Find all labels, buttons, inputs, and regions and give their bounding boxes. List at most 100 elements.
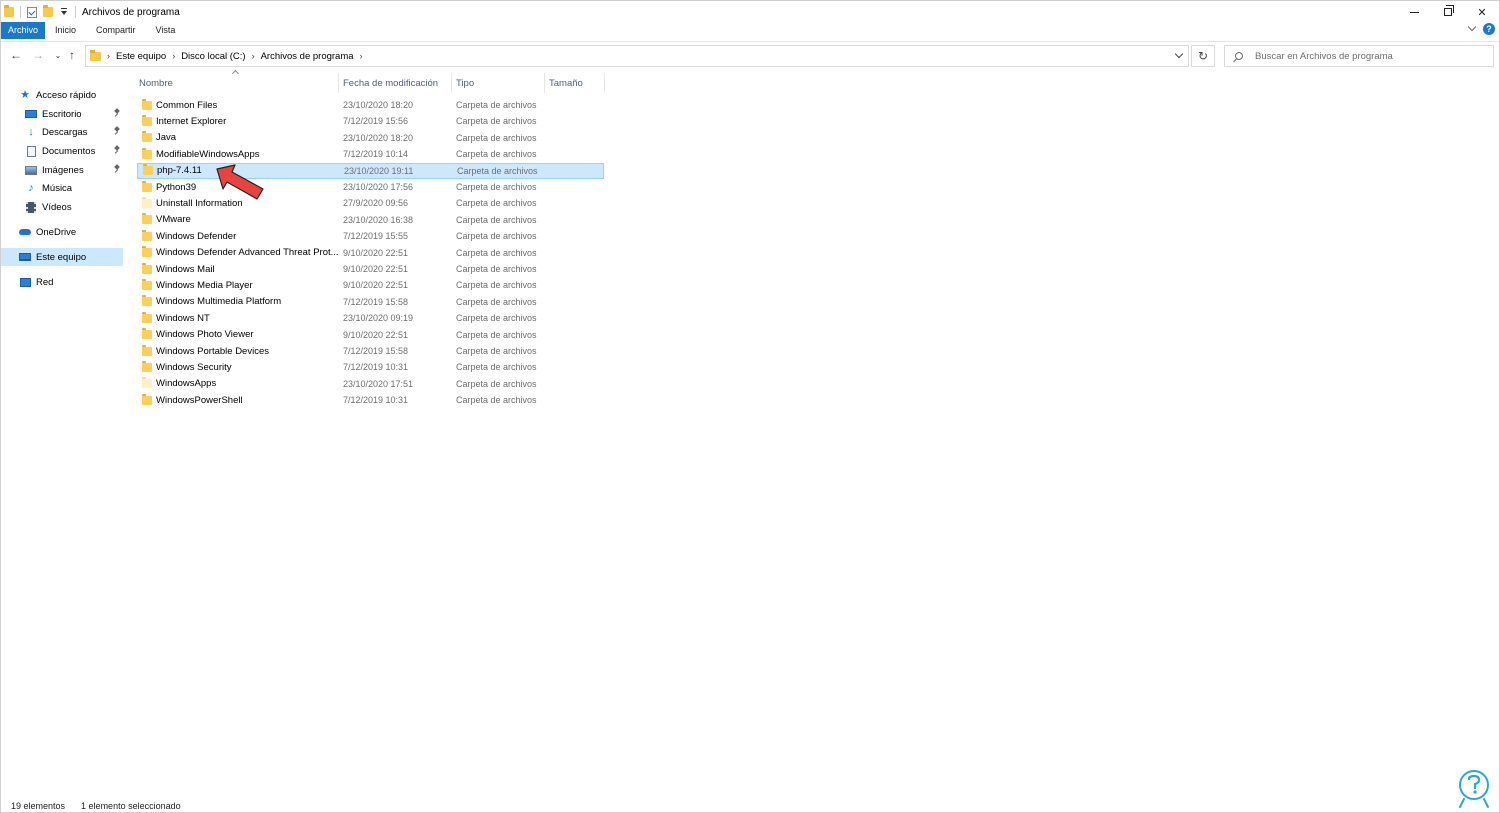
tab-archivo[interactable]: Archivo [1,22,46,39]
sidebar-item-label: Acceso rápido [36,89,97,101]
annotation-arrow [216,164,264,200]
file-row[interactable]: Windows Defender Advanced Threat Prot...… [137,245,604,261]
sidebar-item-label: Este equipo [36,251,87,263]
file-row[interactable]: Python39 23/10/2020 17:56 Carpeta de archi… [137,179,604,195]
breadcrumb-disco-local[interactable]: Disco local (C:) [181,51,245,62]
sidebar-item-label: Escritorio [42,108,82,120]
breadcrumb-archivos-de-programa[interactable]: Archivos de programa [261,51,354,62]
forward-button[interactable]: → [31,48,45,62]
file-row[interactable]: Windows NT 23/10/2020 09:19 Carpeta de arc… [137,310,604,326]
file-type: Carpeta de archivos [456,313,537,324]
sidebar-item-descargas[interactable]: ↓ Descargas [25,123,123,141]
file-row[interactable]: VMware 23/10/2020 16:38 Carpeta de archivo… [137,212,604,228]
file-type: Carpeta de archivos [456,231,537,242]
file-row[interactable]: WindowsApps 23/10/2020 17:51 Carpeta de ar… [137,376,604,392]
sidebar-item-este-equipo[interactable]: Este equipo [1,248,123,266]
file-date: 7/12/2019 10:31 [343,362,409,373]
file-name: Common Files [156,99,218,111]
file-date: 9/10/2020 22:51 [343,280,409,291]
chevron-right-icon: › [107,51,110,61]
folder-icon [143,164,153,176]
search-box[interactable] [1224,45,1494,67]
up-button[interactable]: ↑ [65,48,79,62]
ribbon-right-controls: ? [1467,22,1495,35]
up-arrow-icon: ↑ [69,48,75,62]
file-type: Carpeta de archivos [456,247,537,258]
tab-inicio[interactable]: Inicio [45,22,86,39]
sidebar-item-red[interactable]: Red [19,273,123,291]
column-header-size[interactable]: Tamaño [545,75,605,91]
file-row[interactable]: Common Files 23/10/2020 18:20 Carpeta de a… [137,97,604,113]
expand-ribbon-icon[interactable] [1467,22,1477,32]
close-button[interactable]: ✕ [1465,1,1499,23]
file-row[interactable]: Windows Multimedia Platform 7/12/2019 15:… [137,294,604,310]
file-row[interactable]: WindowsPowerShell 7/12/2019 10:31 Carpeta … [137,392,604,408]
sidebar-item-videos[interactable]: Vídeos [25,198,123,216]
file-name: Windows Mail [156,263,215,275]
address-bar[interactable]: › Este equipo › Disco local (C:) › Archi… [85,45,1189,67]
folder-icon [142,393,152,405]
forward-arrow-icon: → [32,48,44,62]
sidebar-item-musica[interactable]: ♪ Música [25,179,123,197]
file-type: Carpeta de archivos [456,214,537,225]
images-icon [25,165,37,176]
window-controls: ✕ [1397,1,1499,23]
file-date: 23/10/2020 09:19 [343,313,414,324]
sidebar-item-escritorio[interactable]: Escritorio [25,105,123,123]
file-name: Windows Defender [156,230,237,242]
sidebar-item-acceso-rapido[interactable]: ★ Acceso rápido [19,86,123,104]
folder-icon [4,5,14,17]
file-type: Carpeta de archivos [457,165,538,176]
file-date: 7/12/2019 15:58 [343,296,409,307]
tab-compartir[interactable]: Compartir [86,22,146,39]
music-icon: ♪ [28,181,34,194]
chevron-right-icon: › [172,51,176,61]
refresh-icon: ↻ [1197,49,1209,63]
new-folder-icon[interactable] [43,5,53,17]
file-row[interactable]: Windows Media Player 9/10/2020 22:51 Carpe… [137,277,604,293]
sidebar-item-documentos[interactable]: Documentos [25,142,123,160]
search-input[interactable] [1255,50,1475,62]
file-name: Windows NT [156,312,210,324]
file-row[interactable]: Windows Portable Devices 7/12/2019 15:58 C… [137,343,604,359]
back-arrow-icon: ← [10,48,22,62]
breadcrumb-este-equipo[interactable]: Este equipo [116,51,166,62]
quick-access-toolbar [1,1,82,23]
recent-locations-button[interactable]: ⌄ [51,48,65,62]
column-header-date[interactable]: Fecha de modificación [339,75,452,91]
file-row[interactable]: Internet Explorer 7/12/2019 15:56 Carpeta … [137,113,604,129]
pin-icon [114,146,119,153]
file-row[interactable]: php-7.4.11 23/10/2020 19:11 Carpeta de arc… [137,162,604,179]
address-dropdown-icon[interactable] [1174,49,1184,59]
tab-vista[interactable]: Vista [146,22,186,39]
refresh-button[interactable]: ↻ [1191,45,1215,67]
help-icon[interactable]: ? [1483,23,1495,35]
folder-icon [142,295,152,307]
column-divider[interactable] [604,73,605,93]
folder-icon [142,328,152,340]
sidebar-item-onedrive[interactable]: OneDrive [19,223,123,241]
restore-button[interactable] [1431,1,1465,23]
file-name: Windows Portable Devices [156,345,269,357]
column-header-type[interactable]: Tipo [452,75,545,91]
pin-icon [114,165,119,172]
file-type: Carpeta de archivos [456,182,537,192]
customize-toolbar-icon[interactable] [61,8,67,15]
file-row[interactable]: Windows Defender 7/12/2019 15:55 Carpeta d… [137,228,604,244]
file-row[interactable]: Windows Mail 9/10/2020 22:51 Carpeta de ar… [137,261,604,277]
file-row[interactable]: Windows Security 7/12/2019 10:31 Carpeta d… [137,359,604,375]
file-name: VMware [156,214,191,226]
sidebar-item-imagenes[interactable]: Imágenes [25,161,123,179]
pin-icon [114,109,119,116]
file-row[interactable]: ModifiableWindowsApps 7/12/2019 10:14 Carp… [137,146,604,162]
file-row[interactable]: Windows Photo Viewer 9/10/2020 22:51 Carpe… [137,327,604,343]
chevron-down-icon: ⌄ [54,50,62,60]
properties-icon[interactable] [27,6,37,18]
sidebar-item-label: Descargas [42,126,88,138]
file-row[interactable]: Java 23/10/2020 18:20 Carpeta de archivos [137,130,604,146]
file-type: Carpeta de archivos [456,132,537,143]
column-header-name[interactable]: Nombre [135,75,339,91]
minimize-button[interactable] [1397,1,1431,23]
back-button[interactable]: ← [9,48,23,62]
file-row[interactable]: Uninstall Information 27/9/2020 09:56 Carp… [137,195,604,211]
